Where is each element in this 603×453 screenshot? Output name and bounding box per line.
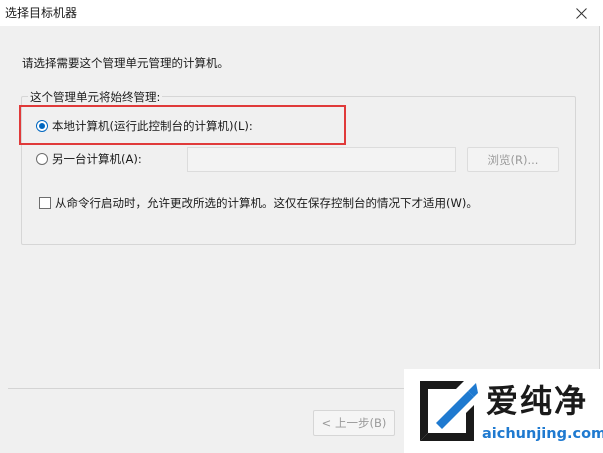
another-computer-input[interactable] <box>187 147 456 172</box>
radio-button-checked[interactable] <box>36 120 48 132</box>
radio-local-computer-label: 本地计算机(运行此控制台的计算机)(L): <box>52 119 253 133</box>
radio-another-computer[interactable]: 另一台计算机(A): <box>36 151 142 167</box>
watermark-logo-icon <box>420 381 478 441</box>
radio-another-computer-label: 另一台计算机(A): <box>52 152 142 166</box>
instruction-text: 请选择需要这个管理单元管理的计算机。 <box>22 56 229 70</box>
groupbox-legend: 这个管理单元将始终管理: <box>28 89 163 105</box>
close-icon <box>575 7 587 19</box>
watermark: 爱纯净 aichunjing.com <box>404 369 603 453</box>
window-title: 选择目标机器 <box>5 6 78 20</box>
watermark-brand-text: 爱纯净 <box>486 382 589 420</box>
title-bar: 选择目标机器 <box>0 0 603 26</box>
back-button[interactable]: < 上一步(B) <box>313 410 395 436</box>
allow-change-checkbox-row[interactable]: 从命令行启动时，允许更改所选的计算机。这仅在保存控制台的情况下才适用(W)。 <box>39 195 478 211</box>
watermark-domain-text: aichunjing.com <box>482 426 603 442</box>
browse-button[interactable]: 浏览(R)... <box>467 147 559 172</box>
allow-change-checkbox[interactable] <box>39 197 51 209</box>
close-button[interactable] <box>559 0 603 26</box>
select-target-machine-dialog: 选择目标机器 请选择需要这个管理单元管理的计算机。 这个管理单元将始终管理: 本… <box>0 0 603 453</box>
radio-button-unchecked[interactable] <box>36 153 48 165</box>
radio-local-computer[interactable]: 本地计算机(运行此控制台的计算机)(L): <box>36 118 253 134</box>
allow-change-checkbox-label: 从命令行启动时，允许更改所选的计算机。这仅在保存控制台的情况下才适用(W)。 <box>55 196 478 210</box>
